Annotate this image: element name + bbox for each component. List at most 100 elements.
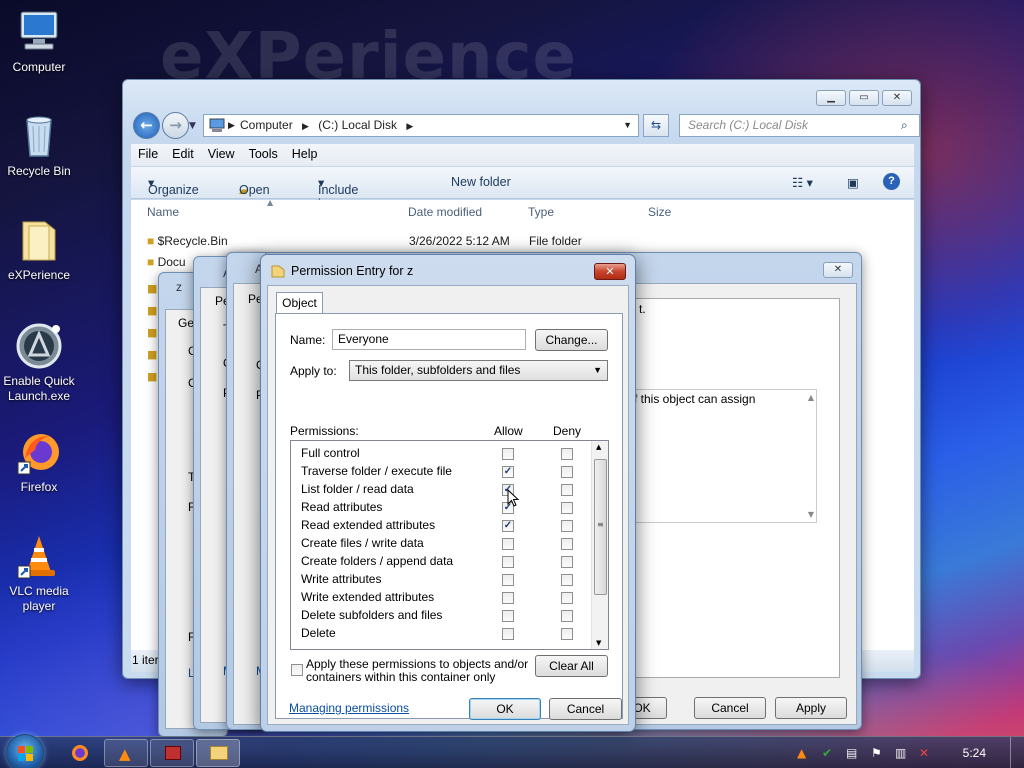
permission-allow-checkbox[interactable] xyxy=(502,574,514,586)
permission-allow-checkbox[interactable]: ✓ xyxy=(502,466,514,478)
column-date-modified[interactable]: Date modified xyxy=(408,205,482,219)
permission-deny-checkbox[interactable] xyxy=(561,592,573,604)
permission-row: Read extended attributes ✓ xyxy=(301,517,601,535)
permission-deny-checkbox[interactable] xyxy=(561,538,573,550)
column-size[interactable]: Size xyxy=(648,205,671,219)
desktop-icon-computer[interactable]: Computer xyxy=(0,8,78,75)
permission-deny-checkbox[interactable] xyxy=(561,448,573,460)
app-icon xyxy=(165,746,181,760)
permission-allow-checkbox[interactable] xyxy=(502,610,514,622)
address-bar[interactable]: ▶ Computer ▶ (C:) Local Disk ▶ ▼ xyxy=(203,114,639,137)
folder-icon xyxy=(15,216,63,264)
close-button[interactable]: ✕ xyxy=(882,90,912,106)
column-name[interactable]: Name xyxy=(147,205,179,219)
table-row[interactable]: ■ Docu xyxy=(147,255,186,269)
name-field[interactable]: Everyone xyxy=(332,329,526,350)
apply-to-objects-checkbox[interactable] xyxy=(291,664,303,676)
managing-permissions-link[interactable]: Managing permissions xyxy=(289,701,409,715)
permission-deny-checkbox[interactable] xyxy=(561,502,573,514)
desktop-icon-recycle-bin[interactable]: Recycle Bin xyxy=(0,112,78,179)
breadcrumb-local-disk[interactable]: (C:) Local Disk xyxy=(318,118,397,132)
back-button[interactable]: ← xyxy=(133,112,160,139)
clock[interactable]: 5:24 xyxy=(963,746,986,760)
permissions-list[interactable]: ▲ ≡ ▼ Full control Traverse folder / exec… xyxy=(290,440,609,650)
permission-name: Read attributes xyxy=(301,500,383,514)
search-input[interactable]: Search (C:) Local Disk xyxy=(679,114,920,137)
permission-deny-checkbox[interactable] xyxy=(561,610,573,622)
taskbar-control-panel[interactable] xyxy=(150,739,194,767)
desktop-icon-firefox[interactable]: Firefox xyxy=(0,428,78,495)
permission-allow-checkbox[interactable] xyxy=(502,592,514,604)
maximize-button[interactable]: ▭ xyxy=(849,90,879,106)
permission-allow-checkbox[interactable] xyxy=(502,556,514,568)
desktop-icon-vlc[interactable]: VLC media player xyxy=(0,532,78,614)
include-in-library-button[interactable]: Include in library ▾ xyxy=(318,175,358,225)
folder-icon xyxy=(271,264,285,278)
change-button[interactable]: Change... xyxy=(535,329,608,351)
minimize-button[interactable]: ▁ xyxy=(816,90,846,106)
show-desktop-button[interactable] xyxy=(1010,737,1024,768)
refresh-button[interactable]: ⇆ xyxy=(643,114,669,137)
taskbar-vlc[interactable]: ▲ xyxy=(104,739,148,767)
recent-pages-chevron-icon[interactable]: ▼ xyxy=(189,121,196,131)
clear-all-button[interactable]: Clear All xyxy=(535,655,608,677)
vlc-tray-icon[interactable]: ▲ xyxy=(797,746,811,760)
menu-file[interactable]: File xyxy=(131,144,165,161)
volume-muted-icon[interactable]: ✕ xyxy=(919,746,933,760)
preview-pane-icon[interactable]: ▣ xyxy=(847,175,859,190)
permission-deny-checkbox[interactable] xyxy=(561,466,573,478)
permission-deny-checkbox[interactable] xyxy=(561,556,573,568)
permission-deny-checkbox[interactable] xyxy=(561,484,573,496)
apply-to-select[interactable]: This folder, subfolders and files ▼ xyxy=(349,360,608,381)
help-icon[interactable]: ? xyxy=(883,173,900,190)
scroll-down-icon[interactable]: ▼ xyxy=(808,510,814,519)
quick-launch-icon xyxy=(15,322,63,370)
ok-button[interactable]: OK xyxy=(469,698,541,720)
action-center-flag-icon[interactable]: ⚑ xyxy=(871,746,885,760)
notes-tray-icon[interactable]: ▤ xyxy=(846,746,860,760)
file-date: 3/26/2022 5:12 AM xyxy=(409,234,510,248)
tab-object[interactable]: Object xyxy=(276,292,323,314)
apply-button[interactable]: Apply xyxy=(775,697,847,719)
cancel-button[interactable]: Cancel xyxy=(694,697,766,719)
taskbar-firefox[interactable] xyxy=(58,739,102,767)
search-icon[interactable]: ⌕ xyxy=(901,118,908,133)
organize-button[interactable]: Organize ▾ xyxy=(148,175,199,197)
start-button[interactable] xyxy=(6,734,44,768)
permission-allow-checkbox[interactable] xyxy=(502,448,514,460)
cancel-button[interactable]: Cancel xyxy=(549,698,622,720)
navigation-bar: ← → ▼ ▶ Computer ▶ (C:) Local Disk ▶ ▼ ⇆… xyxy=(131,112,920,140)
close-button[interactable]: ✕ xyxy=(594,263,626,280)
permission-deny-checkbox[interactable] xyxy=(561,520,573,532)
permission-allow-checkbox[interactable]: ✓ xyxy=(502,520,514,532)
table-row[interactable]: ■ $Recycle.Bin 3/26/2022 5:12 AM File fo… xyxy=(147,234,607,248)
views-icon[interactable]: ☷ ▾ xyxy=(792,175,813,190)
forward-button[interactable]: → xyxy=(162,112,189,139)
permission-allow-checkbox[interactable] xyxy=(502,628,514,640)
new-folder-button[interactable]: New folder xyxy=(451,175,511,189)
permission-deny-checkbox[interactable] xyxy=(561,628,573,640)
menu-view[interactable]: View xyxy=(201,144,242,161)
desktop-icon-experience[interactable]: eXPerience xyxy=(0,216,78,283)
desktop-icon-enable-quick-launch[interactable]: Enable Quick Launch.exe xyxy=(0,322,78,404)
security-tray-icon[interactable]: ✔ xyxy=(822,746,836,760)
scroll-up-icon[interactable]: ▲ xyxy=(808,393,814,402)
desktop-icon-label: VLC media player xyxy=(9,584,69,613)
permission-row: Full control xyxy=(301,445,601,463)
permission-row: Create folders / append data xyxy=(301,553,601,571)
breadcrumb-computer[interactable]: Computer xyxy=(240,118,293,132)
permission-deny-checkbox[interactable] xyxy=(561,574,573,586)
column-type[interactable]: Type xyxy=(528,205,554,219)
address-dropdown-icon[interactable]: ▼ xyxy=(623,115,632,136)
tab-general[interactable]: Ge xyxy=(178,316,194,330)
permission-allow-checkbox[interactable] xyxy=(502,538,514,550)
taskbar-explorer[interactable] xyxy=(196,739,240,767)
menu-tools[interactable]: Tools xyxy=(242,144,285,161)
network-tray-icon[interactable]: ▥ xyxy=(895,746,909,760)
deny-header: Deny xyxy=(553,424,582,438)
close-button[interactable]: ✕ xyxy=(823,262,853,278)
menu-edit[interactable]: Edit xyxy=(165,144,201,161)
menu-help[interactable]: Help xyxy=(285,144,325,161)
organize-label: Organize xyxy=(148,183,199,197)
permission-name: Full control xyxy=(301,446,360,460)
